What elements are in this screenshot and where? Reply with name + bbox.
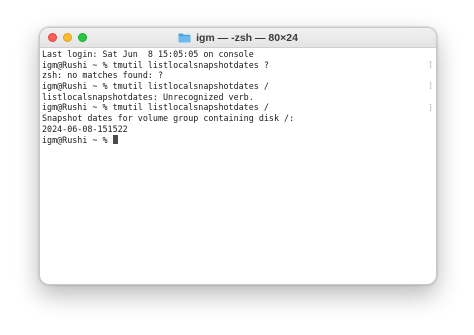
window-controls: [48, 33, 87, 42]
command-mark: ]: [428, 81, 433, 90]
terminal-line: igm@Rushi ~ % tmutil listlocalsnapshotda…: [42, 59, 269, 70]
title-bar[interactable]: igm — -zsh — 80×24: [40, 28, 436, 48]
terminal-line: igm@Rushi ~ % tmutil listlocalsnapshotda…: [42, 102, 269, 113]
maximize-button[interactable]: [78, 33, 87, 42]
window-title-text: igm — -zsh — 80×24: [196, 31, 298, 44]
terminal-window: igm — -zsh — 80×24 Last login: Sat Jun 8…: [39, 27, 437, 285]
command-mark: ]: [428, 60, 433, 69]
terminal-line: listlocalsnapshotdates: Unrecognized ver…: [42, 91, 254, 102]
close-button[interactable]: [48, 33, 57, 42]
minimize-button[interactable]: [63, 33, 72, 42]
window-title: igm — -zsh — 80×24: [178, 32, 298, 44]
terminal-line: Last login: Sat Jun 8 15:05:05 on consol…: [42, 49, 254, 59]
terminal-line: 2024-06-08-151522: [42, 123, 128, 134]
terminal-output[interactable]: Last login: Sat Jun 8 15:05:05 on consol…: [40, 48, 436, 145]
terminal-line: zsh: no matches found: ?: [42, 70, 164, 81]
prompt-text: igm@Rushi ~ %: [42, 134, 113, 145]
terminal-line: Snapshot dates for volume group containi…: [42, 113, 295, 124]
terminal-line: igm@Rushi ~ % tmutil listlocalsnapshotda…: [42, 81, 269, 92]
terminal-prompt-line: igm@Rushi ~ %: [42, 134, 436, 146]
folder-icon: [178, 33, 191, 42]
text-cursor: [112, 134, 118, 144]
command-mark: ]: [428, 103, 433, 112]
